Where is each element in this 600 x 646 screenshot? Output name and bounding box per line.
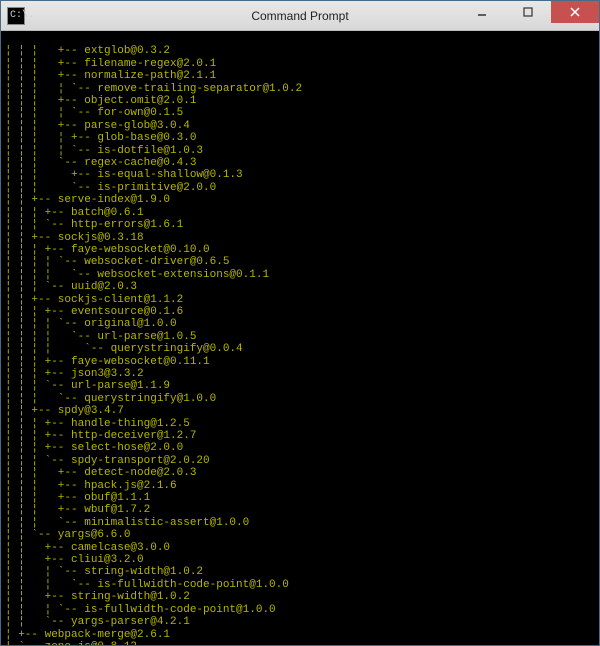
titlebar[interactable]: C:\. Command Prompt — [1, 1, 599, 31]
minimize-button[interactable] — [459, 1, 505, 23]
app-icon: C:\. — [7, 7, 25, 25]
npm-tree-output: ¦ ¦ ¦ +-- extglob@0.3.2 ¦ ¦ ¦ +-- filena… — [5, 45, 595, 645]
maximize-button[interactable] — [505, 1, 551, 23]
command-prompt-window: C:\. Command Prompt ¦ ¦ ¦ +-- extglob@0.… — [0, 0, 600, 646]
window-controls — [459, 1, 599, 30]
terminal-area[interactable]: ¦ ¦ ¦ +-- extglob@0.3.2 ¦ ¦ ¦ +-- filena… — [1, 31, 599, 645]
app-icon-glyph: C:\. — [10, 11, 34, 21]
close-button[interactable] — [551, 1, 599, 23]
